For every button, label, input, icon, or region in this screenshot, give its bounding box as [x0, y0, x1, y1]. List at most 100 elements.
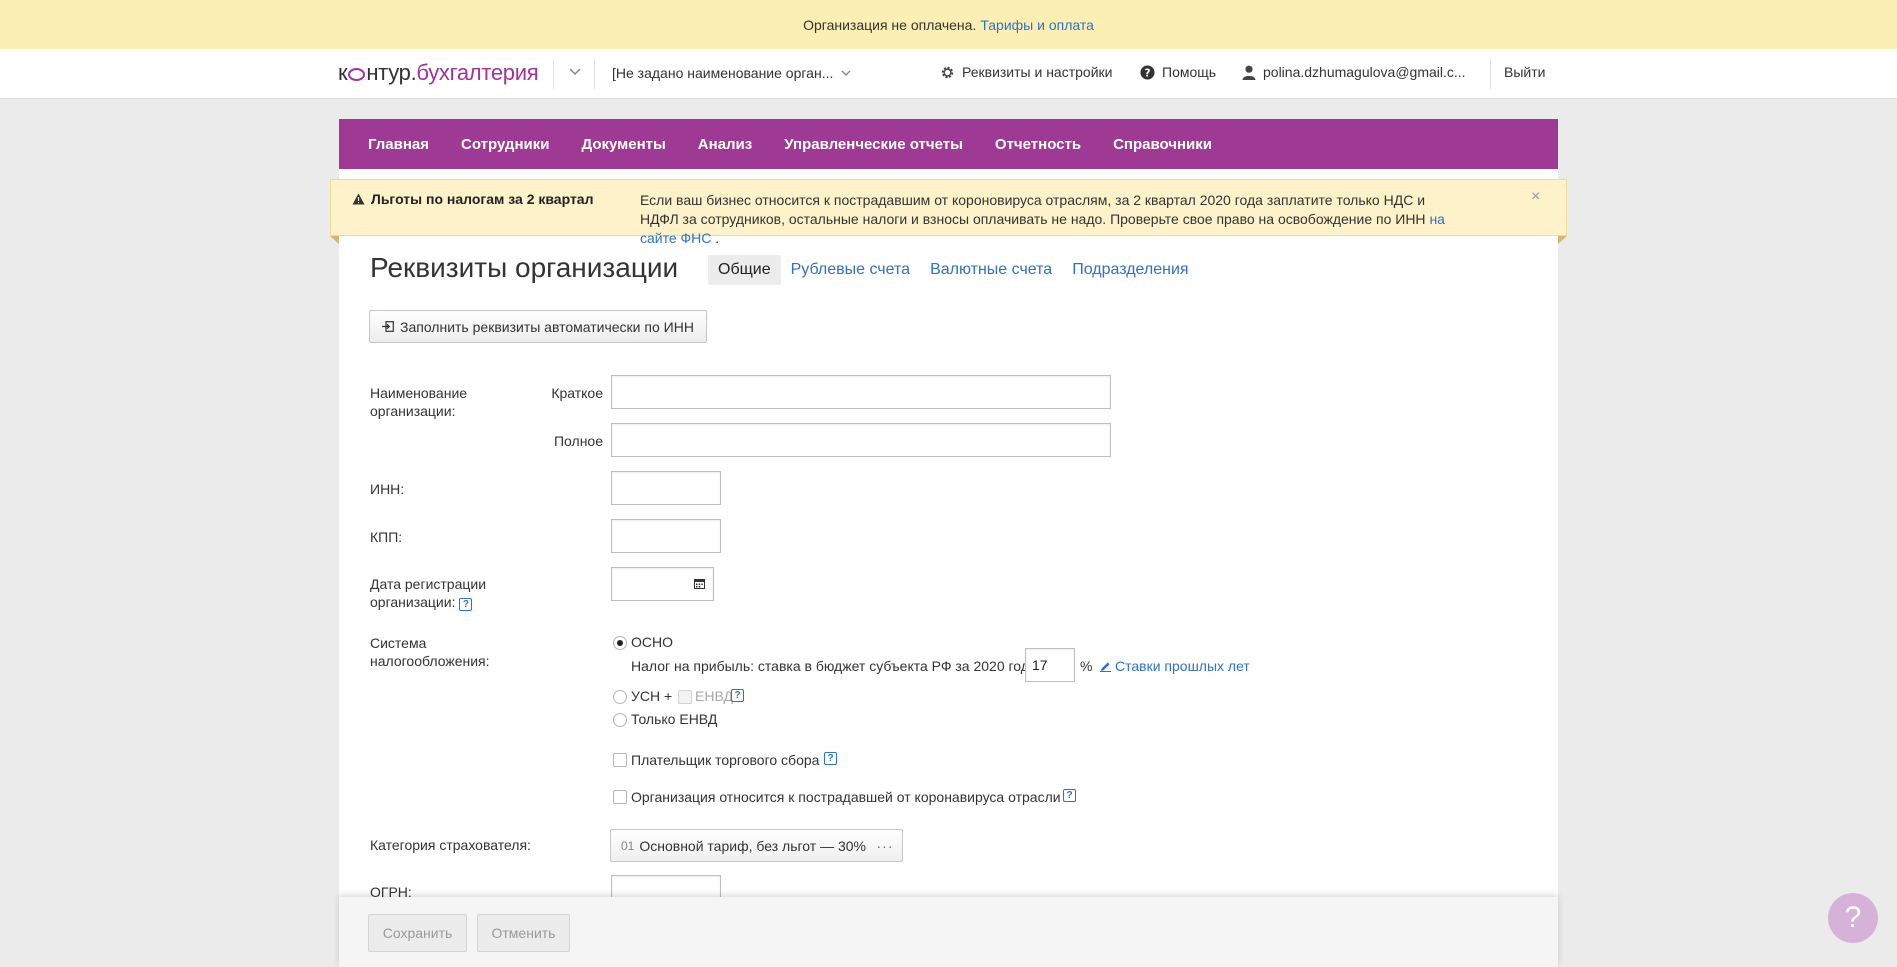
notice-fold — [330, 236, 339, 244]
logo-text-product: бухгалтерия — [416, 60, 539, 85]
requisites-tabs: Общие Рублевые счета Валютные счета Подр… — [708, 255, 1199, 285]
reg-date-label-line1: Дата регистрации — [370, 576, 487, 592]
unpaid-banner-text: Организация не оплачена. — [803, 16, 977, 33]
tax-benefit-notice: Льготы по налогам за 2 квартал Если ваш … — [330, 179, 1567, 246]
main-nav: Главная Сотрудники Документы Анализ Упра… — [339, 119, 1558, 169]
logo-text-k: к — [338, 60, 348, 85]
user-menu[interactable]: polina.dzhumagulova@gmail.c... — [1242, 64, 1466, 80]
import-icon — [382, 321, 394, 332]
nav-item-management-reports[interactable]: Управленческие отчеты — [784, 136, 963, 153]
header-divider — [594, 59, 595, 89]
page-title: Реквизиты организации — [370, 252, 679, 283]
full-name-label: Полное — [553, 433, 603, 449]
user-email: polina.dzhumagulova@gmail.c... — [1263, 64, 1466, 80]
nav-item-reporting[interactable]: Отчетность — [995, 136, 1081, 153]
inn-label: ИНН: — [370, 481, 405, 497]
help-icon[interactable]: ? — [1063, 789, 1076, 802]
kpp-input[interactable] — [611, 519, 721, 553]
chevron-down-icon[interactable] — [568, 64, 582, 78]
envd-checkbox[interactable] — [678, 690, 692, 704]
save-button[interactable]: Сохранить — [368, 914, 467, 952]
trade-fee-checkbox[interactable] — [613, 753, 627, 767]
percent-sign: % — [1080, 658, 1093, 674]
nav-item-directories[interactable]: Справочники — [1113, 136, 1212, 153]
app-header: к нтур.бухгалтерия [Не задано наименовани… — [0, 49, 1897, 99]
trade-fee-label: Плательщик торгового сбора — [631, 752, 820, 768]
reg-date-label: Дата регистрации организации:? — [370, 575, 486, 611]
osno-label: ОСНО — [631, 634, 673, 650]
help-icon[interactable]: ? — [459, 598, 473, 611]
org-name-label-line1: Наименование — [370, 385, 468, 401]
notice-title: Льготы по налогам за 2 квартал — [352, 191, 594, 207]
help-icon[interactable]: ? — [731, 689, 744, 702]
notice-body-suffix: . — [711, 230, 720, 246]
tab-general[interactable]: Общие — [708, 255, 781, 285]
envd-label: ЕНВД — [695, 688, 733, 704]
insurer-category-select[interactable]: 01 Основной тариф, без льгот — 30% ··· — [610, 829, 903, 862]
tab-departments[interactable]: Подразделения — [1062, 255, 1198, 285]
calendar-icon[interactable] — [694, 578, 705, 589]
tab-currency-accounts[interactable]: Валютные счета — [920, 255, 1062, 285]
form-footer: Сохранить Отменить — [339, 897, 1558, 967]
nav-item-home[interactable]: Главная — [368, 136, 429, 153]
org-name-label: Наименование организации: — [370, 384, 467, 420]
insurer-category-label: Категория страхователя: — [370, 837, 531, 853]
notice-fold — [1558, 236, 1567, 244]
help-chat-bubble[interactable]: ? — [1828, 893, 1878, 943]
tab-ruble-accounts[interactable]: Рублевые счета — [781, 255, 920, 285]
nav-item-employees[interactable]: Сотрудники — [461, 136, 549, 153]
notice-title-text: Льготы по налогам за 2 квартал — [371, 191, 594, 207]
header-divider — [1490, 59, 1491, 89]
notice-body-text: Если ваш бизнес относится к пострадавшим… — [640, 192, 1426, 227]
reg-date-label-line2: организации: — [370, 594, 456, 610]
chevron-down-icon — [841, 70, 851, 76]
past-rates-link[interactable]: Ставки прошлых лет — [1100, 658, 1250, 674]
kpp-label: КПП: — [370, 529, 403, 545]
question-circle-icon: ? — [1140, 64, 1155, 80]
fill-by-inn-label: Заполнить реквизиты автоматически по ИНН — [400, 318, 694, 335]
usn-radio[interactable] — [613, 690, 627, 704]
insurer-category-value: Основной тариф, без льгот — 30% — [639, 837, 866, 854]
org-selector[interactable]: [Не задано наименование орган... — [612, 65, 851, 81]
settings-link[interactable]: Реквизиты и настройки — [940, 64, 1112, 80]
usn-label: УСН + — [631, 688, 673, 704]
svg-text:?: ? — [1145, 67, 1151, 79]
close-icon[interactable]: × — [1531, 188, 1540, 206]
user-icon — [1242, 65, 1256, 80]
covid-affected-checkbox[interactable] — [613, 790, 627, 804]
cancel-button[interactable]: Отменить — [477, 914, 570, 952]
logo-cloud-icon — [348, 68, 366, 81]
covid-affected-label: Организация относится к пострадавшей от … — [631, 789, 1061, 805]
osno-radio[interactable] — [613, 636, 627, 650]
warning-icon — [352, 193, 365, 205]
tax-system-label-line1: Система — [370, 635, 427, 651]
logout-link[interactable]: Выйти — [1504, 64, 1545, 80]
only-envd-radio[interactable] — [613, 713, 627, 727]
tariffs-link[interactable]: Тарифы и оплата — [980, 17, 1094, 33]
past-rates-label: Ставки прошлых лет — [1115, 658, 1250, 674]
only-envd-label: Только ЕНВД — [631, 711, 718, 727]
help-icon[interactable]: ? — [824, 752, 837, 765]
insurer-category-code: 01 — [621, 838, 635, 853]
tax-system-label: Система налогообложения: — [370, 634, 490, 670]
fill-by-inn-button[interactable]: Заполнить реквизиты автоматически по ИНН — [369, 310, 707, 343]
inn-input[interactable] — [611, 471, 721, 505]
short-name-input[interactable] — [611, 375, 1111, 409]
nav-item-analysis[interactable]: Анализ — [698, 136, 752, 153]
help-link[interactable]: ? Помощь — [1140, 64, 1216, 80]
full-name-input[interactable] — [611, 423, 1111, 457]
tax-system-label-line2: налогообложения: — [370, 653, 490, 669]
pencil-icon — [1100, 661, 1111, 672]
logo[interactable]: к нтур.бухгалтерия — [338, 60, 539, 86]
org-name-label-line2: организации: — [370, 403, 456, 419]
org-selector-label: [Не задано наименование орган... — [612, 65, 834, 81]
profit-tax-rate-input[interactable] — [1025, 648, 1075, 682]
help-label: Помощь — [1162, 64, 1217, 80]
logo-text-kontur: нтур. — [366, 60, 417, 85]
unpaid-banner: Организация не оплачена. Тарифы и оплата — [0, 0, 1897, 49]
notice-body: Если ваш бизнес относится к пострадавшим… — [640, 191, 1460, 248]
more-icon[interactable]: ··· — [868, 830, 902, 861]
profit-tax-label: Налог на прибыль: ставка в бюджет субъек… — [631, 658, 1029, 674]
settings-label: Реквизиты и настройки — [962, 64, 1113, 80]
nav-item-documents[interactable]: Документы — [581, 136, 665, 153]
